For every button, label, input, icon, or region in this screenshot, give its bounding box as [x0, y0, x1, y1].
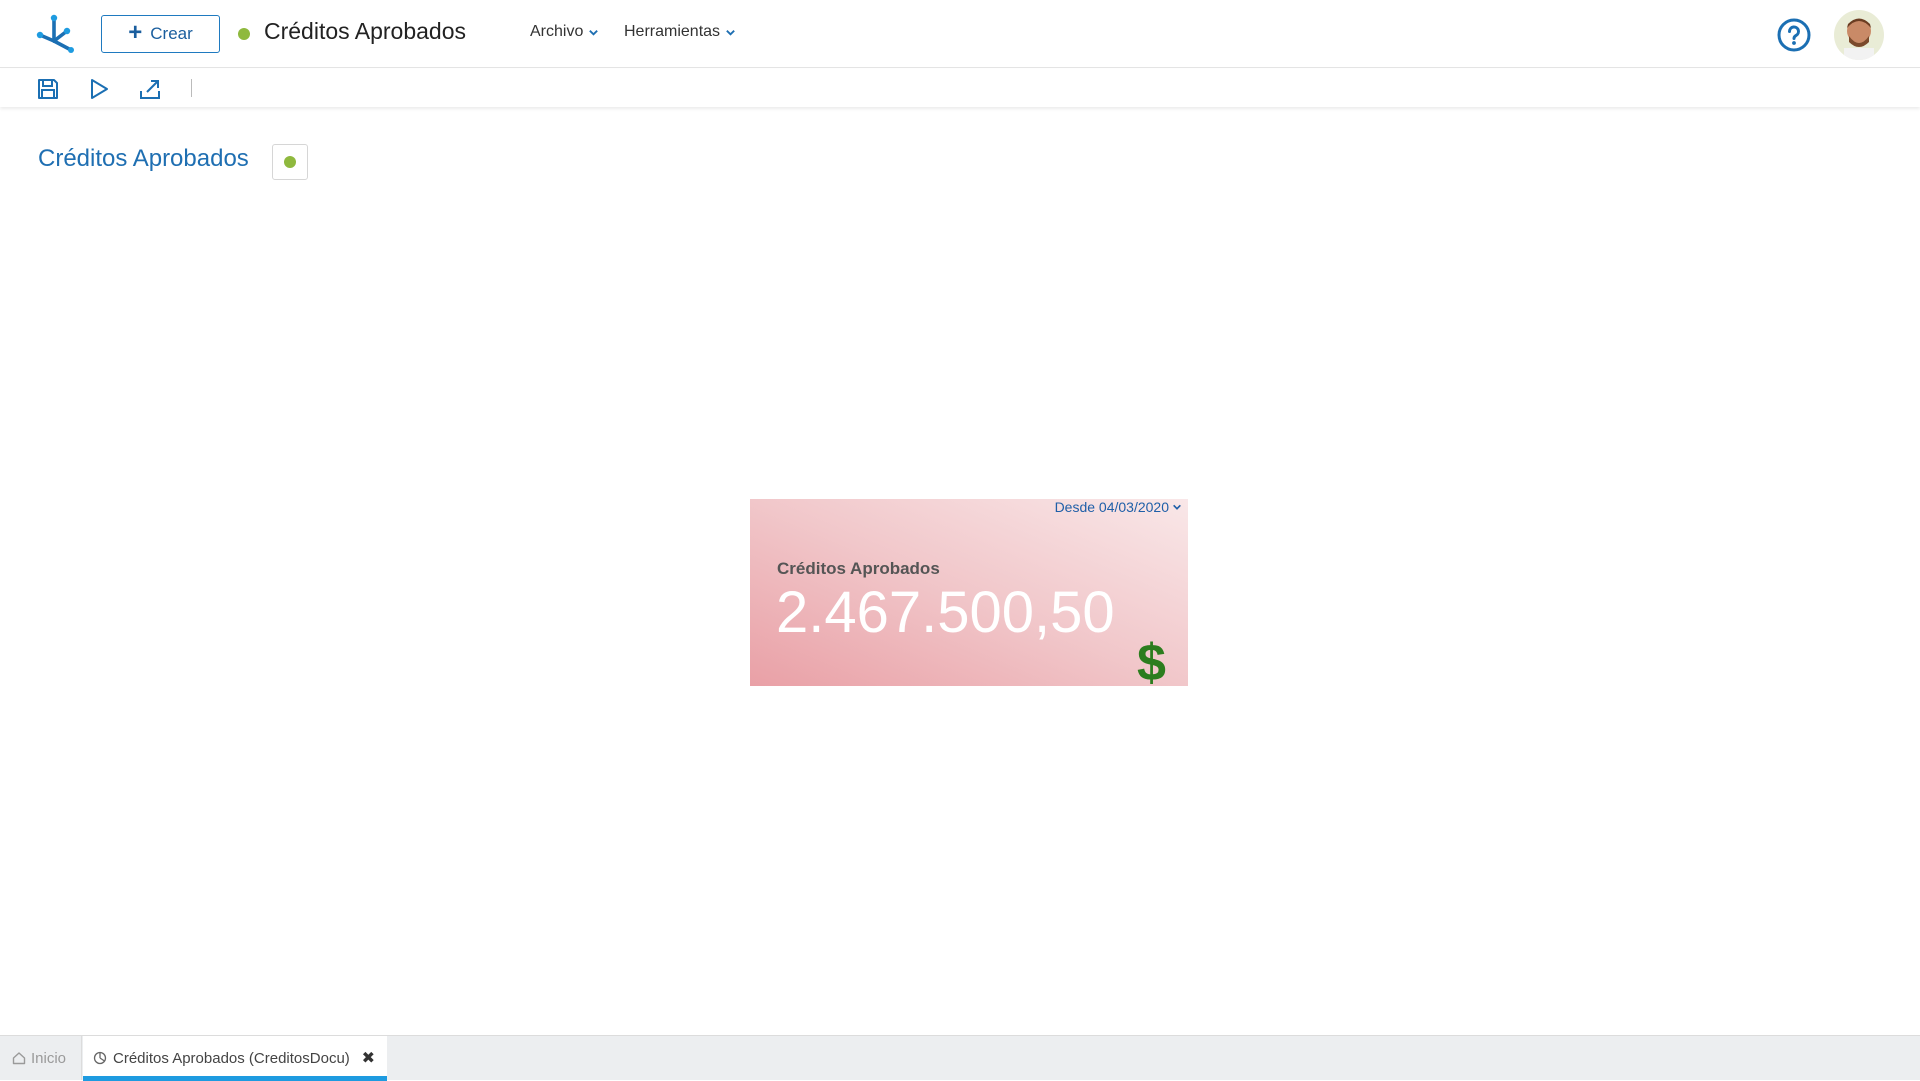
menu-archivo-label: Archivo [530, 23, 584, 40]
status-indicator [238, 28, 250, 40]
kpi-value: 2.467.500,50 [776, 580, 1115, 645]
dollar-icon: $ [1137, 634, 1166, 692]
user-avatar[interactable] [1834, 10, 1884, 60]
chart-icon [93, 1051, 107, 1065]
status-indicator [284, 156, 296, 168]
top-bar: + Crear Créditos Aprobados Archivo Herra… [0, 0, 1920, 68]
toolbar [0, 69, 1920, 107]
kpi-label: Créditos Aprobados [777, 559, 940, 578]
tab-inicio[interactable]: Inicio [0, 1036, 82, 1080]
app-logo-icon[interactable] [36, 13, 76, 53]
chevron-down-icon [726, 29, 735, 36]
home-icon [12, 1052, 26, 1065]
tab-inicio-label: Inicio [31, 1049, 67, 1067]
menu-herramientas[interactable]: Herramientas [624, 23, 736, 41]
document-title: Créditos Aprobados [264, 18, 467, 44]
page-title: Créditos Aprobados [38, 145, 249, 172]
kpi-card: Desde 04/03/2020 Créditos Aprobados 2.46… [750, 499, 1188, 692]
export-icon[interactable] [138, 77, 162, 101]
menu-herramientas-label: Herramientas [624, 23, 721, 40]
status-button[interactable] [272, 144, 308, 180]
active-tab-indicator [83, 1076, 387, 1081]
chevron-down-icon [1173, 504, 1181, 510]
date-filter-label: Desde 04/03/2020 [1054, 499, 1169, 515]
menu-archivo[interactable]: Archivo [530, 23, 599, 41]
tab-creditos-label: Créditos Aprobados (CreditosDocu) [113, 1049, 350, 1067]
create-button-label: Crear [150, 24, 193, 43]
close-icon[interactable]: ✖ [362, 1048, 375, 1068]
toolbar-divider [191, 79, 192, 97]
avatar-image [1834, 10, 1884, 60]
help-icon[interactable] [1777, 18, 1811, 52]
save-icon[interactable] [36, 77, 60, 101]
create-button[interactable]: + Crear [101, 15, 220, 53]
chevron-down-icon [589, 29, 599, 36]
tab-creditos-aprobados[interactable]: Créditos Aprobados (CreditosDocu) ✖ [83, 1036, 387, 1081]
plus-icon: + [128, 19, 143, 46]
play-icon[interactable] [87, 77, 111, 101]
bottom-tab-bar: Inicio Créditos Aprobados (CreditosDocu)… [0, 1035, 1920, 1081]
date-filter-dropdown[interactable]: Desde 04/03/2020 [1055, 499, 1182, 515]
